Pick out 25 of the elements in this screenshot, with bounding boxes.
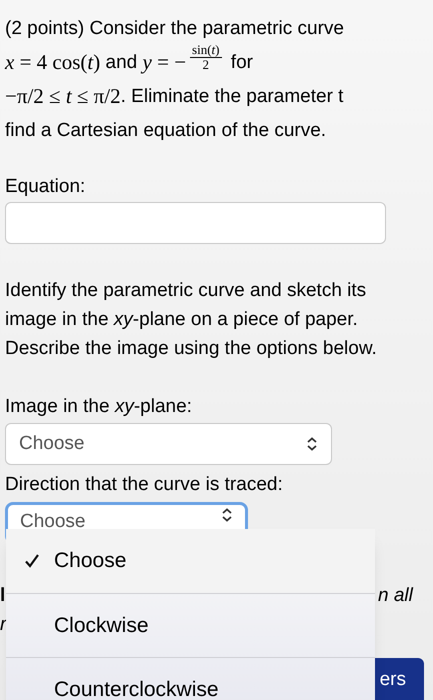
menu-item[interactable]: Choose	[6, 529, 375, 593]
equation-input-field[interactable]	[5, 202, 386, 244]
checkmark-icon	[24, 553, 40, 569]
menu-item[interactable]: Clockwise	[6, 593, 375, 657]
math-expression: −π/2 ≤ t ≤ π/2	[5, 83, 121, 110]
chevron-updown-icon	[221, 508, 233, 522]
prompt-text: find a Cartesian equation of the curve.	[5, 118, 326, 143]
equation-label: Equation:	[5, 175, 86, 199]
prompt-text: for	[230, 50, 253, 75]
fraction: sin(t) 2	[190, 42, 222, 72]
select-label: Direction that the curve is traced:	[5, 473, 284, 497]
prompt-text: . Eliminate the parameter t	[120, 84, 344, 109]
select-value: Choose	[19, 432, 84, 456]
choice-select[interactable]: Choose	[5, 423, 332, 465]
note-fragment: r	[0, 613, 6, 637]
note-fragment: n all	[378, 584, 413, 608]
math-expression: x = 4 cos(t)	[5, 49, 100, 76]
prompt-text: (2 points) Consider the parametric curve	[5, 16, 344, 41]
select-label: Image in the xy-plane:	[5, 394, 193, 418]
note-fragment: l	[0, 584, 6, 608]
menu-item[interactable]: Counterclockwise	[6, 657, 375, 700]
instructions-paragraph: Identify the parametric curve and sketch its image in the xy-plane on a piece of paper. Describe the image using the options below.	[5, 278, 378, 360]
math-expression: y = −	[142, 49, 186, 76]
chevron-updown-icon	[306, 437, 318, 451]
prompt-text: and	[104, 50, 138, 75]
